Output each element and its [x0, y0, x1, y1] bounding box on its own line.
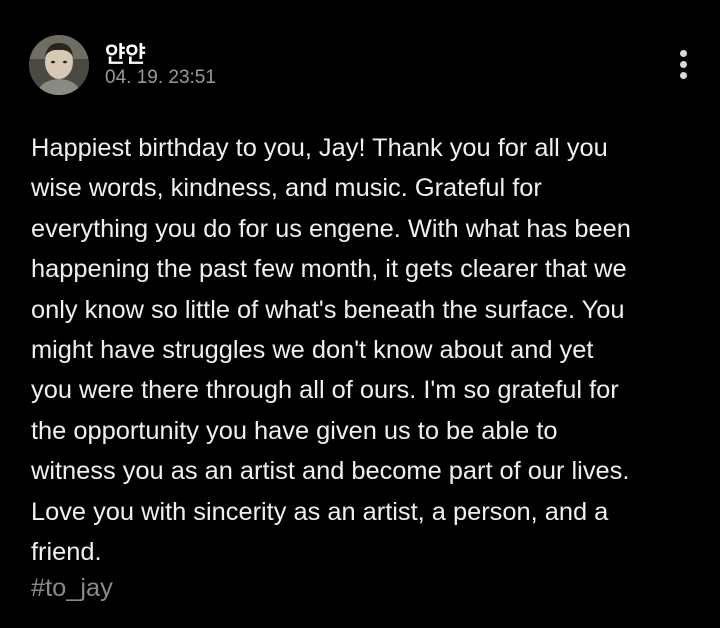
- avatar[interactable]: [29, 35, 89, 95]
- username[interactable]: 얀얀: [105, 37, 145, 69]
- more-vertical-icon[interactable]: [677, 47, 691, 81]
- hashtag-link[interactable]: #to_jay: [31, 568, 113, 608]
- more-dot: [680, 72, 687, 79]
- post-timestamp: 04. 19. 23:51: [105, 67, 216, 88]
- avatar-image: [29, 35, 89, 95]
- more-dot: [680, 50, 687, 57]
- more-dot: [680, 61, 687, 68]
- post-card: 얀얀 04. 19. 23:51 Happiest birthday to yo…: [0, 0, 720, 628]
- post-body: Happiest birthday to you, Jay! Thank you…: [31, 134, 631, 567]
- post-header: 얀얀 04. 19. 23:51: [29, 35, 699, 95]
